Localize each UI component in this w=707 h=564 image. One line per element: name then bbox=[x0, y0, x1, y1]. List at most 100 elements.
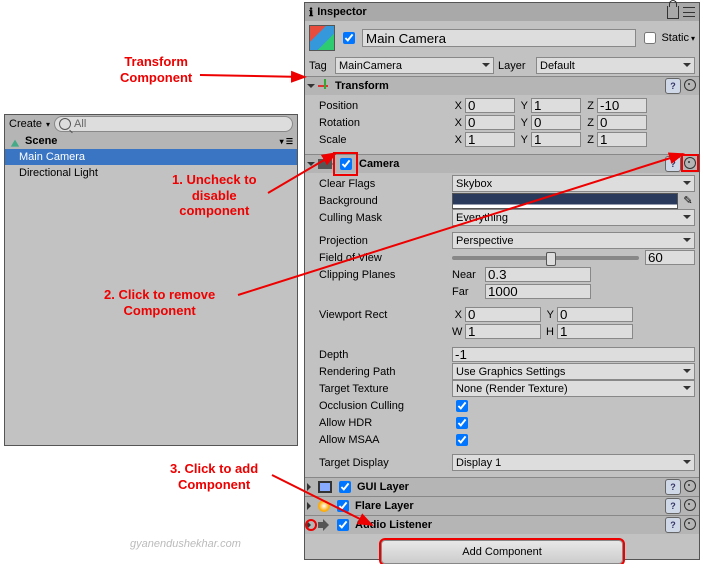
fov-slider[interactable] bbox=[452, 256, 639, 260]
vp-h[interactable] bbox=[557, 324, 633, 339]
flare-layer-checkbox[interactable] bbox=[337, 500, 349, 512]
help-icon[interactable]: ? bbox=[665, 479, 681, 495]
transform-component: Transform ? Position X Y Z Rotation X Y … bbox=[305, 76, 699, 154]
rendering-path-dropdown[interactable]: Use Graphics Settings bbox=[452, 363, 695, 380]
vp-x[interactable] bbox=[465, 307, 541, 322]
rot-y[interactable] bbox=[531, 115, 581, 130]
hierarchy-item-main-camera[interactable]: Main Camera bbox=[5, 149, 297, 165]
help-icon[interactable]: ? bbox=[665, 78, 681, 94]
foldout-icon bbox=[307, 84, 315, 92]
target-texture-label: Target Texture bbox=[309, 383, 449, 395]
scale-x[interactable] bbox=[465, 132, 515, 147]
gameobject-icon[interactable] bbox=[309, 25, 335, 51]
help-icon[interactable]: ? bbox=[665, 156, 681, 172]
position-label: Position bbox=[309, 100, 449, 112]
audio-listener-header[interactable]: Audio Listener ? bbox=[305, 516, 699, 534]
viewport-label: Viewport Rect bbox=[309, 309, 449, 321]
add-component-button[interactable]: Add Component bbox=[381, 540, 623, 564]
occlusion-checkbox[interactable] bbox=[456, 400, 468, 412]
gameobject-active-checkbox[interactable] bbox=[343, 32, 355, 44]
rotation-label: Rotation bbox=[309, 117, 449, 129]
hdr-checkbox[interactable] bbox=[456, 417, 468, 429]
rendering-path-label: Rendering Path bbox=[309, 366, 449, 378]
background-label: Background bbox=[309, 195, 449, 207]
tag-label: Tag bbox=[309, 60, 331, 72]
layer-label: Layer bbox=[498, 60, 532, 72]
inspector-icon: ℹ bbox=[309, 6, 313, 19]
audio-listener-title: Audio Listener bbox=[355, 519, 432, 531]
gui-layer-checkbox[interactable] bbox=[339, 481, 351, 493]
create-button[interactable]: Create bbox=[9, 118, 42, 130]
gear-icon[interactable] bbox=[683, 517, 697, 531]
clip-near[interactable] bbox=[485, 267, 591, 282]
target-display-dropdown[interactable]: Display 1 bbox=[452, 454, 695, 471]
pos-x[interactable] bbox=[465, 98, 515, 113]
scene-header[interactable]: Scene ▾ ☰ bbox=[5, 133, 297, 149]
lock-icon[interactable] bbox=[667, 6, 679, 19]
hierarchy-search[interactable]: All bbox=[54, 116, 293, 132]
help-icon[interactable]: ? bbox=[665, 498, 681, 514]
flare-layer-header[interactable]: Flare Layer ? bbox=[305, 497, 699, 515]
tag-dropdown[interactable]: MainCamera bbox=[335, 57, 494, 74]
msaa-checkbox[interactable] bbox=[456, 434, 468, 446]
pos-z[interactable] bbox=[597, 98, 647, 113]
scene-label: Scene bbox=[25, 135, 57, 147]
annotation-uncheck: 1. Uncheck to disable component bbox=[172, 172, 257, 219]
search-icon bbox=[59, 118, 71, 130]
help-icon[interactable]: ? bbox=[665, 517, 681, 533]
foldout-icon bbox=[307, 162, 315, 170]
hierarchy-toolbar: Create ▾ All bbox=[5, 115, 297, 133]
fov-label: Field of View bbox=[309, 252, 449, 264]
gui-layer-header[interactable]: GUI Layer ? bbox=[305, 478, 699, 496]
pos-y[interactable] bbox=[531, 98, 581, 113]
flare-layer-icon bbox=[318, 500, 330, 512]
hdr-label: Allow HDR bbox=[309, 417, 449, 429]
camera-icon bbox=[318, 159, 332, 169]
msaa-label: Allow MSAA bbox=[309, 434, 449, 446]
projection-label: Projection bbox=[309, 235, 449, 247]
layer-dropdown[interactable]: Default bbox=[536, 57, 695, 74]
gear-icon[interactable] bbox=[683, 78, 697, 92]
eyedropper-icon[interactable]: ✎ bbox=[681, 194, 695, 208]
gameobject-name-field[interactable] bbox=[362, 29, 636, 47]
rot-x[interactable] bbox=[465, 115, 515, 130]
culling-mask-label: Culling Mask bbox=[309, 212, 449, 224]
annotation-add: 3. Click to add Component bbox=[170, 461, 258, 492]
clear-flags-dropdown[interactable]: Skybox bbox=[452, 175, 695, 192]
inspector-header: ℹ Inspector bbox=[305, 3, 699, 21]
inspector-title: Inspector bbox=[317, 6, 661, 18]
unity-icon bbox=[11, 135, 19, 146]
gear-icon[interactable] bbox=[683, 479, 697, 493]
camera-enabled-checkbox[interactable] bbox=[340, 158, 352, 170]
static-checkbox[interactable] bbox=[644, 32, 656, 44]
gui-layer-title: GUI Layer bbox=[357, 481, 409, 493]
annotation-arrow bbox=[200, 65, 320, 85]
background-color[interactable] bbox=[452, 193, 678, 209]
transform-header[interactable]: Transform ? bbox=[305, 77, 699, 95]
target-display-label: Target Display bbox=[309, 457, 449, 469]
target-texture-field[interactable]: None (Render Texture) bbox=[452, 380, 695, 397]
clear-flags-label: Clear Flags bbox=[309, 178, 449, 190]
fov-value[interactable] bbox=[645, 250, 695, 265]
foldout-icon bbox=[307, 502, 315, 510]
camera-component: Camera ? Clear Flags Skybox Background ✎… bbox=[305, 154, 699, 477]
foldout-icon bbox=[307, 521, 315, 529]
scale-y[interactable] bbox=[531, 132, 581, 147]
occlusion-label: Occlusion Culling bbox=[309, 400, 449, 412]
camera-header[interactable]: Camera ? bbox=[305, 155, 699, 173]
clip-far[interactable] bbox=[485, 284, 591, 299]
audio-listener-checkbox[interactable] bbox=[337, 519, 349, 531]
camera-gear-icon[interactable] bbox=[683, 156, 697, 170]
gui-layer-component: GUI Layer ? bbox=[305, 477, 699, 496]
rot-z[interactable] bbox=[597, 115, 647, 130]
depth-value[interactable] bbox=[452, 347, 695, 362]
culling-mask-dropdown[interactable]: Everything bbox=[452, 209, 695, 226]
watermark: gyanendushekhar.com bbox=[130, 538, 241, 550]
scale-z[interactable] bbox=[597, 132, 647, 147]
projection-dropdown[interactable]: Perspective bbox=[452, 232, 695, 249]
vp-y[interactable] bbox=[557, 307, 633, 322]
panel-menu-icon[interactable] bbox=[683, 7, 695, 17]
vp-w[interactable] bbox=[465, 324, 541, 339]
gear-icon[interactable] bbox=[683, 498, 697, 512]
annotation-remove: 2. Click to remove Component bbox=[104, 287, 215, 318]
